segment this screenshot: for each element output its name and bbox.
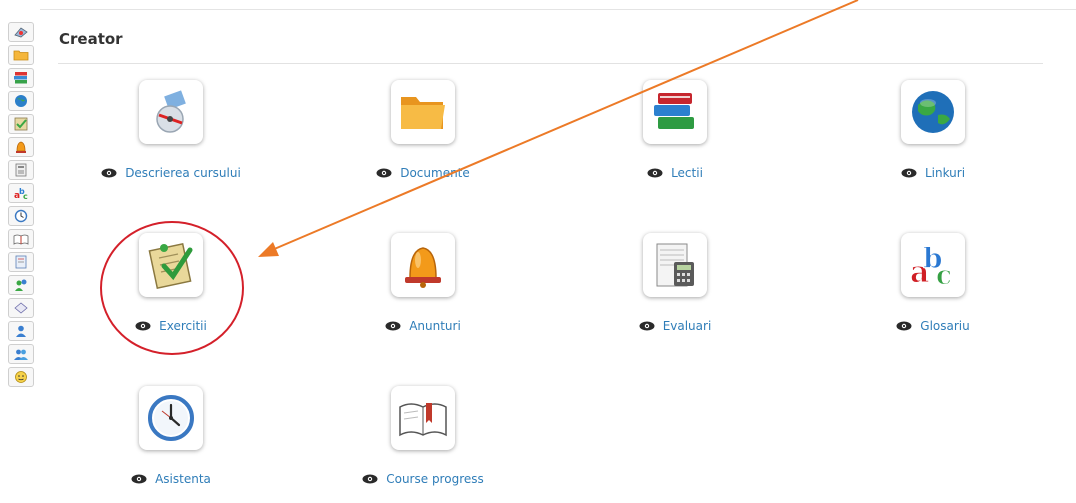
sidebar-chat-icon[interactable] bbox=[8, 298, 34, 318]
eye-icon bbox=[896, 321, 912, 331]
section-divider bbox=[58, 63, 1043, 64]
tool-label: Evaluari bbox=[662, 319, 712, 333]
globe-icon[interactable] bbox=[901, 80, 965, 144]
eye-icon bbox=[135, 321, 151, 331]
eye-icon bbox=[101, 168, 117, 178]
eye-icon bbox=[131, 474, 147, 484]
sidebar-exercises-icon[interactable] bbox=[8, 114, 34, 134]
tool-label: Descrierea cursului bbox=[125, 166, 241, 180]
svg-text:c: c bbox=[936, 261, 952, 291]
sidebar-announcements-icon[interactable] bbox=[8, 137, 34, 157]
sidebar-evaluations-icon[interactable] bbox=[8, 160, 34, 180]
tool-label: Documente bbox=[400, 166, 470, 180]
sidebar-user-icon[interactable] bbox=[8, 321, 34, 341]
tool-course-description[interactable]: Descrierea cursului bbox=[61, 80, 281, 195]
tool-link[interactable]: Asistenta bbox=[61, 472, 281, 486]
books-icon[interactable] bbox=[643, 80, 707, 144]
course-description-icon[interactable] bbox=[139, 80, 203, 144]
tool-announcements[interactable]: Anunturi bbox=[313, 233, 533, 348]
tool-link[interactable]: Anunturi bbox=[313, 319, 533, 333]
tool-link[interactable]: Course progress bbox=[313, 472, 533, 486]
tool-link[interactable]: Linkuri bbox=[823, 166, 1043, 180]
tool-link[interactable]: Documente bbox=[313, 166, 533, 180]
eye-icon bbox=[376, 168, 392, 178]
tool-label: Lectii bbox=[671, 166, 703, 180]
sidebar-links-icon[interactable] bbox=[8, 91, 34, 111]
eye-icon bbox=[647, 168, 663, 178]
sidebar-attendance-icon[interactable] bbox=[8, 206, 34, 226]
tool-link[interactable]: Exercitii bbox=[61, 319, 281, 333]
eye-icon bbox=[362, 474, 378, 484]
exercises-icon[interactable] bbox=[139, 233, 203, 297]
tool-label: Anunturi bbox=[409, 319, 461, 333]
eye-icon bbox=[901, 168, 917, 178]
tool-link[interactable]: Descrierea cursului bbox=[61, 166, 281, 180]
tool-attendance[interactable]: Asistenta bbox=[61, 386, 281, 501]
sidebar-survey-icon[interactable] bbox=[8, 367, 34, 387]
tool-glossary[interactable]: a b c Glosariu bbox=[823, 233, 1043, 348]
section-title: Creator bbox=[59, 30, 123, 48]
abc-icon[interactable]: a b c bbox=[901, 233, 965, 297]
tool-lessons[interactable]: Lectii bbox=[565, 80, 785, 195]
sidebar-toolbar: abc bbox=[8, 22, 36, 502]
tool-label: Exercitii bbox=[159, 319, 207, 333]
tool-link[interactable]: Evaluari bbox=[565, 319, 785, 333]
tool-evaluations[interactable]: Evaluari bbox=[565, 233, 785, 348]
sidebar-course-progress-icon[interactable] bbox=[8, 229, 34, 249]
sidebar-glossary-icon[interactable]: abc bbox=[8, 183, 34, 203]
tool-link[interactable]: Lectii bbox=[565, 166, 785, 180]
sidebar-groups-icon[interactable] bbox=[8, 344, 34, 364]
tool-label: Linkuri bbox=[924, 166, 966, 180]
sidebar-notebook-icon[interactable] bbox=[8, 252, 34, 272]
tool-label: Asistenta bbox=[155, 472, 211, 486]
tool-links[interactable]: Linkuri bbox=[823, 80, 1043, 195]
tool-link[interactable]: Glosariu bbox=[823, 319, 1043, 333]
eye-icon bbox=[385, 321, 401, 331]
top-divider bbox=[40, 9, 1076, 10]
tool-label: Course progress bbox=[386, 472, 484, 486]
sidebar-lessons-icon[interactable] bbox=[8, 68, 34, 88]
open-book-icon[interactable] bbox=[391, 386, 455, 450]
clock-icon[interactable] bbox=[139, 386, 203, 450]
eye-icon bbox=[639, 321, 655, 331]
tool-label: Glosariu bbox=[920, 319, 970, 333]
tool-documents[interactable]: Documente bbox=[313, 80, 533, 195]
bell-icon[interactable] bbox=[391, 233, 455, 297]
sidebar-documents-icon[interactable] bbox=[8, 45, 34, 65]
calculator-icon[interactable] bbox=[643, 233, 707, 297]
folder-icon[interactable] bbox=[391, 80, 455, 144]
sidebar-users-icon[interactable] bbox=[8, 275, 34, 295]
tool-exercises[interactable]: Exercitii bbox=[61, 233, 281, 348]
tool-course-progress[interactable]: Course progress bbox=[313, 386, 533, 501]
svg-text:c: c bbox=[23, 192, 28, 200]
sidebar-course-description-icon[interactable] bbox=[8, 22, 34, 42]
